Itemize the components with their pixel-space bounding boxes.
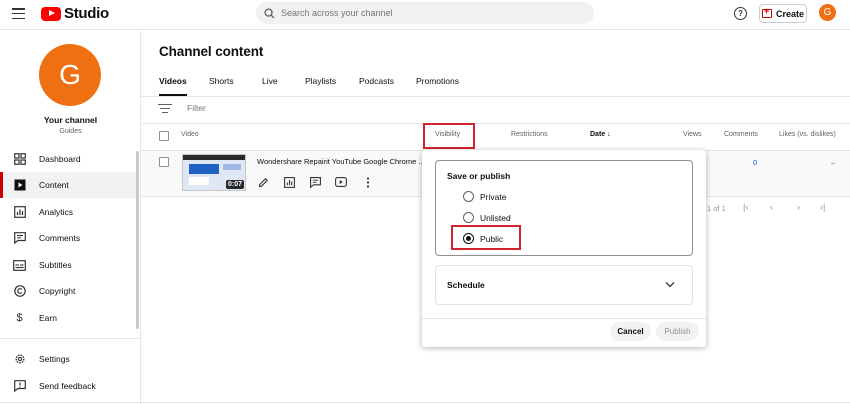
video-duration: 0:07 bbox=[225, 180, 244, 189]
next-page-icon[interactable]: › bbox=[797, 202, 800, 212]
top-bar: Studio ? Create G bbox=[0, 0, 850, 30]
copyright-icon bbox=[13, 285, 26, 298]
sidebar-item-label: Earn bbox=[39, 313, 57, 323]
sidebar-item-earn[interactable]: $ Earn bbox=[0, 305, 136, 331]
content-icon bbox=[13, 179, 26, 192]
public-highlight-box bbox=[451, 225, 521, 250]
first-page-icon[interactable]: |‹ bbox=[743, 202, 748, 212]
tabs-divider bbox=[141, 96, 850, 97]
settings-icon bbox=[13, 353, 26, 366]
sidebar-item-settings[interactable]: Settings bbox=[0, 346, 136, 372]
app-title: Studio bbox=[64, 5, 109, 22]
search-icon bbox=[264, 7, 275, 19]
sidebar-item-label: Copyright bbox=[39, 286, 76, 296]
prev-page-icon[interactable]: ‹ bbox=[770, 202, 773, 212]
menu-icon[interactable] bbox=[12, 8, 25, 20]
sidebar-item-label: Send feedback bbox=[39, 381, 96, 391]
visibility-highlight-box bbox=[423, 123, 475, 149]
sidebar-item-label: Content bbox=[39, 180, 69, 190]
sidebar-item-label: Subtitles bbox=[39, 260, 72, 270]
tab-podcasts[interactable]: Podcasts bbox=[359, 76, 394, 96]
tab-promotions[interactable]: Promotions bbox=[416, 76, 459, 96]
help-icon[interactable]: ? bbox=[734, 7, 747, 20]
sidebar-item-comments[interactable]: Comments bbox=[0, 225, 136, 251]
private-label[interactable]: Private bbox=[480, 192, 506, 202]
analytics-icon bbox=[13, 206, 26, 219]
unlisted-radio[interactable] bbox=[463, 212, 474, 223]
sidebar-scrollbar[interactable] bbox=[136, 151, 139, 329]
sidebar-divider bbox=[0, 338, 141, 339]
sidebar-item-content[interactable]: Content bbox=[0, 172, 136, 198]
tab-live[interactable]: Live bbox=[262, 76, 278, 96]
channel-handle: Guides bbox=[59, 128, 82, 135]
last-page-icon[interactable]: ›| bbox=[820, 202, 825, 212]
page-title: Channel content bbox=[159, 44, 264, 59]
channel-name: Your channel bbox=[43, 115, 98, 125]
tab-videos[interactable]: Videos bbox=[159, 76, 187, 96]
search-input[interactable] bbox=[281, 8, 571, 18]
sidebar-item-label: Comments bbox=[39, 233, 81, 243]
column-video: Video bbox=[181, 131, 199, 138]
unlisted-label[interactable]: Unlisted bbox=[480, 213, 511, 223]
save-or-publish-title: Save or publish bbox=[447, 171, 511, 181]
video-thumbnail[interactable]: 0:07 bbox=[182, 154, 246, 191]
column-comments[interactable]: Comments bbox=[724, 131, 758, 138]
row-comments-count[interactable]: 0 bbox=[753, 158, 757, 167]
account-avatar[interactable]: G bbox=[819, 4, 836, 21]
schedule-label: Schedule bbox=[447, 280, 485, 290]
subtitles-icon bbox=[13, 259, 26, 272]
more-options-icon[interactable] bbox=[361, 175, 375, 189]
edit-icon[interactable] bbox=[256, 175, 270, 189]
youtube-icon[interactable] bbox=[334, 175, 348, 189]
sidebar-item-subtitles[interactable]: Subtitles bbox=[0, 252, 136, 278]
column-date[interactable]: Date ↓ bbox=[590, 131, 611, 138]
video-title[interactable]: Wondershare Repairit YouTube Google Chro… bbox=[257, 157, 425, 166]
publish-button[interactable]: Publish bbox=[656, 322, 699, 341]
sidebar-item-label: Dashboard bbox=[39, 154, 81, 164]
create-label: Create bbox=[775, 8, 804, 19]
row-checkbox[interactable] bbox=[159, 157, 169, 167]
comments-icon[interactable] bbox=[308, 175, 322, 189]
column-likes[interactable]: Likes (vs. dislikes) bbox=[779, 131, 836, 138]
tab-playlists[interactable]: Playlists bbox=[305, 76, 336, 96]
select-all-checkbox[interactable] bbox=[159, 131, 169, 141]
sidebar-item-dashboard[interactable]: Dashboard bbox=[0, 146, 136, 172]
sidebar-item-send-feedback[interactable]: Send feedback bbox=[0, 373, 136, 399]
create-video-icon bbox=[761, 6, 772, 18]
cancel-button[interactable]: Cancel bbox=[610, 322, 651, 341]
search-bar[interactable] bbox=[256, 2, 594, 24]
dashboard-icon bbox=[13, 153, 26, 166]
analytics-icon[interactable] bbox=[282, 175, 296, 189]
feedback-icon bbox=[13, 380, 26, 393]
earn-icon: $ bbox=[16, 312, 23, 324]
private-radio[interactable] bbox=[463, 191, 474, 202]
pagination-text: 1 of 1 bbox=[707, 204, 726, 213]
create-button[interactable]: Create bbox=[759, 4, 807, 23]
chevron-down-icon[interactable] bbox=[665, 281, 675, 288]
sidebar-item-label: Analytics bbox=[39, 207, 74, 217]
channel-avatar[interactable]: G bbox=[39, 44, 101, 106]
sidebar-item-copyright[interactable]: Copyright bbox=[0, 278, 136, 304]
column-restrictions[interactable]: Restrictions bbox=[511, 131, 548, 138]
sidebar-item-label: Settings bbox=[39, 354, 70, 364]
comments-icon bbox=[13, 232, 26, 245]
tab-shorts[interactable]: Shorts bbox=[209, 76, 234, 96]
filter-divider bbox=[141, 123, 850, 124]
column-views[interactable]: Views bbox=[683, 131, 702, 138]
row-likes: – bbox=[831, 158, 836, 167]
filter-input[interactable] bbox=[187, 103, 387, 113]
sidebar-item-analytics[interactable]: Analytics bbox=[0, 199, 136, 225]
youtube-logo-icon bbox=[41, 6, 61, 21]
bottom-border bbox=[0, 402, 850, 403]
studio-logo[interactable]: Studio bbox=[41, 5, 109, 22]
filter-icon[interactable] bbox=[158, 104, 172, 114]
popup-divider bbox=[422, 318, 706, 319]
sidebar: G Your channel Guides Dashboard Content … bbox=[0, 31, 141, 404]
